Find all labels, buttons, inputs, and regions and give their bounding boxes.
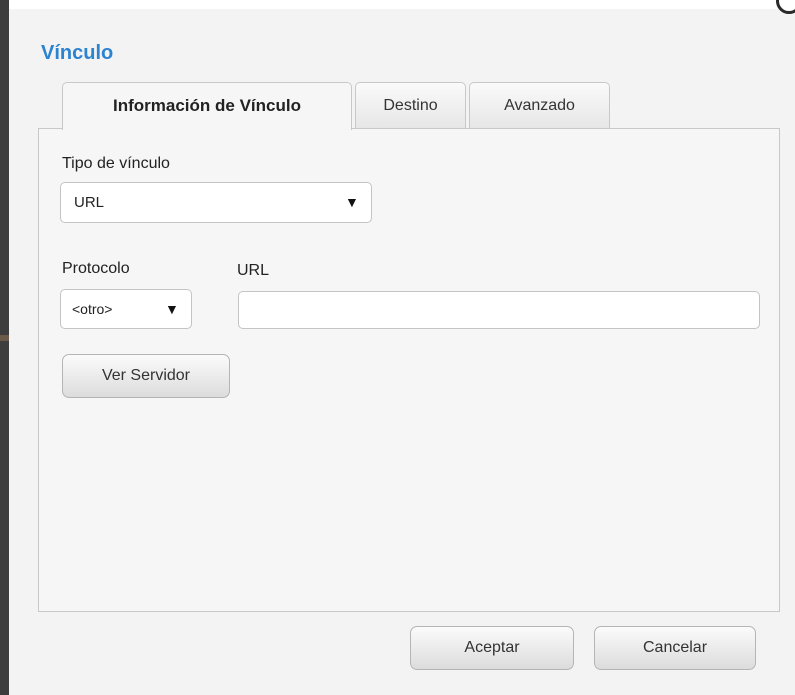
ok-button[interactable]: Aceptar xyxy=(410,626,574,670)
chevron-down-icon: ▼ xyxy=(345,194,359,210)
dialog-title: Vínculo xyxy=(41,42,114,64)
chevron-down-icon: ▼ xyxy=(165,301,179,317)
link-type-value: URL xyxy=(74,194,105,211)
link-type-label: Tipo de vínculo xyxy=(62,155,170,172)
url-label: URL xyxy=(237,262,270,279)
link-type-select[interactable]: URL ▼ xyxy=(60,182,372,223)
tab-link-info[interactable]: Información de Vínculo xyxy=(62,82,352,130)
protocol-select[interactable]: <otro> ▼ xyxy=(60,289,192,329)
window-left-edge xyxy=(0,0,9,695)
browse-server-button[interactable]: Ver Servidor xyxy=(62,354,230,398)
protocol-value: <otro> xyxy=(72,301,113,317)
cancel-button[interactable]: Cancelar xyxy=(594,626,756,670)
protocol-label: Protocolo xyxy=(62,260,130,277)
tab-target[interactable]: Destino xyxy=(355,82,466,129)
tab-advanced[interactable]: Avanzado xyxy=(469,82,610,129)
url-input[interactable] xyxy=(238,291,760,329)
edge-mark xyxy=(0,335,9,341)
